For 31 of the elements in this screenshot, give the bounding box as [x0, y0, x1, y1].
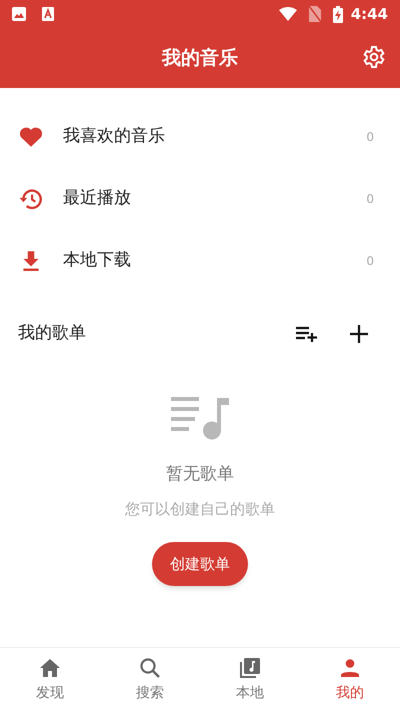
- search-icon: [138, 656, 162, 680]
- row-label: 本地下载: [63, 249, 132, 272]
- create-playlist-button[interactable]: 创建歌单: [152, 542, 248, 586]
- menu-row[interactable]: 我喜欢的音乐 0: [0, 106, 400, 168]
- no-sim-icon: [308, 6, 321, 22]
- settings-icon: [362, 45, 386, 69]
- music-list-icon: [171, 396, 229, 440]
- row-count: 0: [366, 129, 374, 146]
- music-library-icon: [238, 656, 262, 680]
- page-title: 我的音乐: [162, 46, 238, 71]
- app-notification-icon: [42, 7, 54, 21]
- nav-tab[interactable]: 我的: [300, 648, 400, 711]
- row-count: 0: [366, 191, 374, 208]
- wifi-icon: [278, 7, 297, 21]
- menu-row[interactable]: 最近播放 0: [0, 168, 400, 230]
- row-count: 0: [366, 253, 374, 270]
- menu-row[interactable]: 本地下载 0: [0, 230, 400, 292]
- settings-button[interactable]: [362, 45, 386, 69]
- nav-tab[interactable]: 搜索: [100, 648, 200, 711]
- row-label: 我喜欢的音乐: [63, 125, 166, 148]
- empty-state-title: 暂无歌单: [166, 463, 234, 486]
- row-label: 最近播放: [63, 187, 132, 210]
- playlist-add-icon: [296, 326, 318, 342]
- battery-charging-icon: [332, 6, 343, 22]
- status-time: 4:44: [350, 4, 388, 25]
- empty-state-hint: 您可以创建自己的歌单: [125, 498, 275, 520]
- nav-tab[interactable]: 本地: [200, 648, 300, 711]
- nav-tab[interactable]: 发现: [0, 648, 100, 711]
- image-notification-icon: [12, 7, 26, 21]
- plus-icon: [350, 325, 368, 343]
- section-title: 我的歌单: [18, 322, 87, 346]
